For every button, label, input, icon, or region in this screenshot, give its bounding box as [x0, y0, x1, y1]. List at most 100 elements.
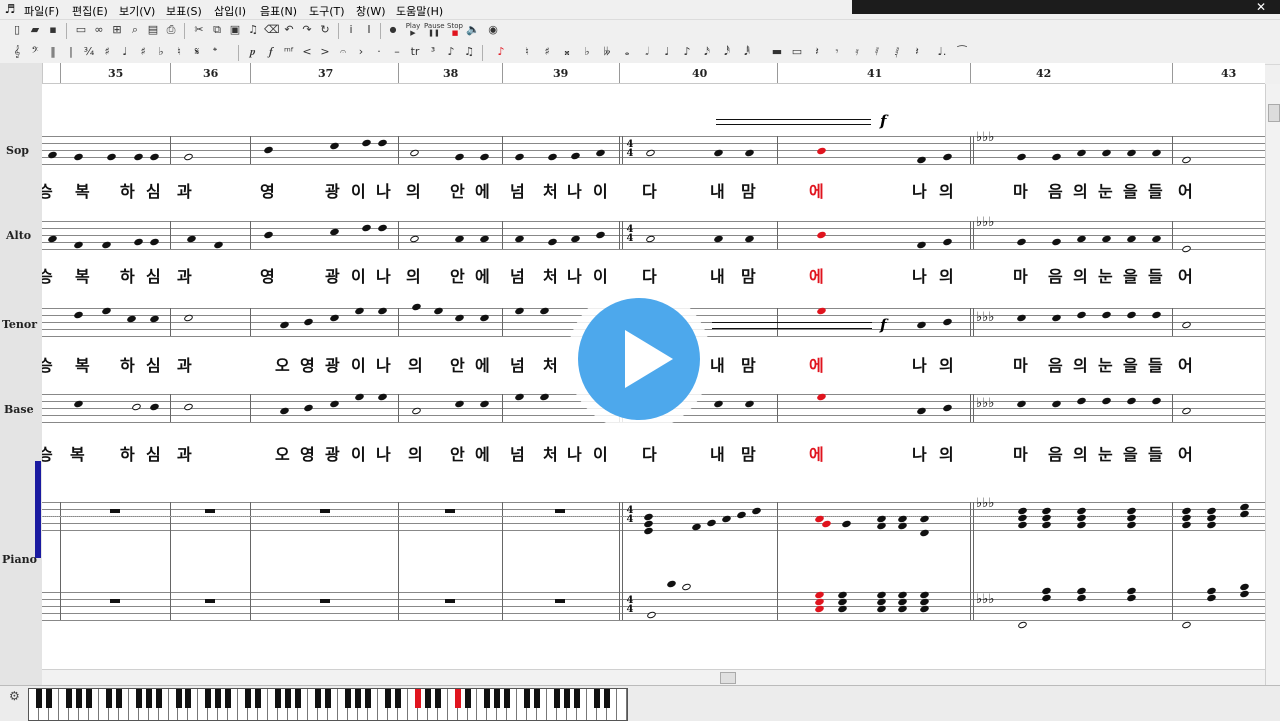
piano-black-key[interactable] [554, 689, 561, 708]
lyric-syllable[interactable]: 마 [1013, 178, 1028, 202]
video-play-button[interactable] [567, 287, 711, 431]
lyric-syllable[interactable]: 내 [710, 263, 725, 287]
lyric-syllable[interactable]: 을 [1123, 352, 1138, 376]
piano-black-key[interactable] [464, 689, 471, 708]
segno-icon[interactable]: 𝄋 [190, 45, 204, 59]
lyric-syllable[interactable]: 복 [75, 352, 90, 376]
whole-note-icon[interactable]: 𝅝 [620, 45, 634, 59]
lyric-syllable-current[interactable]: 에 [809, 263, 824, 287]
lyric-syllable[interactable]: 영 [300, 352, 315, 376]
lyric-syllable[interactable]: 의 [939, 263, 954, 287]
lyric-syllable[interactable]: 이 [351, 441, 366, 465]
piano-black-key[interactable] [155, 689, 162, 708]
lyric-syllable[interactable]: 나 [376, 441, 391, 465]
dynamic-forte[interactable]: f [880, 316, 886, 334]
keyboard-settings-icon[interactable]: ⚙ [9, 689, 20, 703]
staff-name-alto[interactable]: Alto [6, 229, 31, 242]
lyric-syllable[interactable]: 심 [146, 352, 161, 376]
scroll-thumb[interactable] [1268, 104, 1280, 122]
piano-black-key[interactable] [255, 689, 262, 708]
copy-page-icon[interactable]: ▭ [74, 23, 88, 37]
eighth-note-icon[interactable]: ♪ [680, 45, 694, 59]
menu-view[interactable]: 보기(V) [119, 3, 155, 19]
redo-icon[interactable]: ↷ [300, 23, 314, 37]
lyric-syllable[interactable]: 마 [1013, 263, 1028, 287]
lyric-syllable[interactable]: 내 [710, 441, 725, 465]
fermata-icon[interactable]: 𝄐 [336, 45, 350, 59]
tenuto-icon[interactable]: – [390, 45, 404, 59]
close-icon[interactable]: ✕ [1256, 0, 1266, 14]
lyric-syllable[interactable]: 을 [1123, 178, 1138, 202]
whole-rest[interactable] [555, 509, 565, 513]
lyric-syllable[interactable]: 어 [1178, 441, 1193, 465]
dynamics-mf-icon[interactable]: ᵐᶠ [282, 45, 296, 59]
piano-black-key[interactable] [344, 689, 351, 708]
quarter-rest-icon[interactable]: 𝄽 [810, 45, 824, 59]
save-icon[interactable]: ▪ [46, 23, 60, 37]
lyric-syllable[interactable]: 의 [406, 178, 421, 202]
lyric-syllable[interactable]: 광 [325, 352, 340, 376]
lyric-syllable[interactable]: 을 [1123, 441, 1138, 465]
menu-note[interactable]: 음표(N) [260, 3, 297, 19]
lyric-syllable[interactable]: 의 [1073, 352, 1088, 376]
piano-black-key[interactable] [85, 689, 92, 708]
lyric-syllable[interactable]: 의 [1073, 178, 1088, 202]
note-edit-icon[interactable]: ♪ [494, 45, 508, 59]
lyric-syllable[interactable]: 과 [177, 178, 192, 202]
repeat-icon[interactable]: ↻ [318, 23, 332, 37]
tempo-icon[interactable]: ♩ [118, 45, 132, 59]
lyric-syllable[interactable]: 광 [325, 263, 340, 287]
lyric-syllable[interactable]: 에 [475, 263, 490, 287]
dynamic-forte[interactable]: f [880, 112, 886, 130]
flat-icon[interactable]: ♭ [154, 45, 168, 59]
piano-black-key[interactable] [504, 689, 511, 708]
vertical-scrollbar[interactable] [1265, 84, 1280, 685]
time-signature-icon[interactable]: ¾ [82, 45, 96, 59]
natural-icon-2[interactable]: ♮ [520, 45, 534, 59]
eighth-rest-icon[interactable]: 𝄾 [830, 45, 844, 59]
diminuendo-icon[interactable]: > [318, 45, 332, 59]
lyric-syllable[interactable]: 심 [146, 178, 161, 202]
staff-name-sop[interactable]: Sop [6, 144, 29, 157]
lyric-syllable[interactable]: 안 [450, 352, 465, 376]
piano-black-key[interactable] [534, 689, 541, 708]
paste-icon[interactable]: ▣ [228, 23, 242, 37]
lyric-syllable[interactable]: 나 [567, 263, 582, 287]
piano-black-key[interactable] [315, 689, 322, 708]
lyric-syllable[interactable]: 나 [567, 178, 582, 202]
lyric-syllable[interactable]: 맘 [741, 263, 756, 287]
undo-icon[interactable]: ↶ [282, 23, 296, 37]
lyric-syllable[interactable]: 안 [450, 178, 465, 202]
metronome-icon[interactable]: ◉ [486, 23, 500, 37]
lyric-syllable[interactable]: 의 [1073, 263, 1088, 287]
piano-black-key[interactable] [454, 689, 461, 708]
lyric-syllable[interactable]: 넘 [510, 352, 525, 376]
lyric-syllable[interactable]: 과 [177, 263, 192, 287]
key-signature-icon[interactable]: ♯ [100, 45, 114, 59]
view-glasses-icon[interactable]: ∞ [92, 23, 106, 37]
double-flat-icon[interactable]: 𝄫 [600, 45, 614, 59]
stop-button[interactable]: Stop ■ [446, 23, 464, 37]
lyric-syllable[interactable]: 들 [1148, 441, 1163, 465]
lyric-syllable[interactable]: 의 [408, 352, 423, 376]
lyric-syllable[interactable]: 처 [543, 352, 558, 376]
sixteenth-note-icon[interactable]: 𝅘𝅥𝅯 [700, 45, 714, 59]
lyric-syllable[interactable]: 영 [260, 178, 275, 202]
lyric-syllable[interactable]: 음 [1048, 263, 1063, 287]
grace-note-icon[interactable]: ♪ [444, 45, 458, 59]
scroll-thumb[interactable] [720, 672, 736, 684]
piano-black-key[interactable] [564, 689, 571, 708]
lyric-syllable[interactable]: 하 [120, 263, 135, 287]
lyric-syllable[interactable]: 나 [912, 441, 927, 465]
lyric-syllable[interactable]: 의 [406, 263, 421, 287]
piano-keyboard[interactable] [28, 688, 628, 721]
piano-black-key[interactable] [295, 689, 302, 708]
piano-black-key[interactable] [105, 689, 112, 708]
piano-black-key[interactable] [215, 689, 222, 708]
play-button[interactable]: Play ▶ [404, 23, 422, 37]
piano-black-key[interactable] [384, 689, 391, 708]
note-input-icon[interactable]: ♫ [246, 23, 260, 37]
lyric-syllable[interactable]: 의 [939, 178, 954, 202]
lyric-syllable[interactable]: 이 [351, 263, 366, 287]
menu-edit[interactable]: 편집(E) [72, 3, 108, 19]
